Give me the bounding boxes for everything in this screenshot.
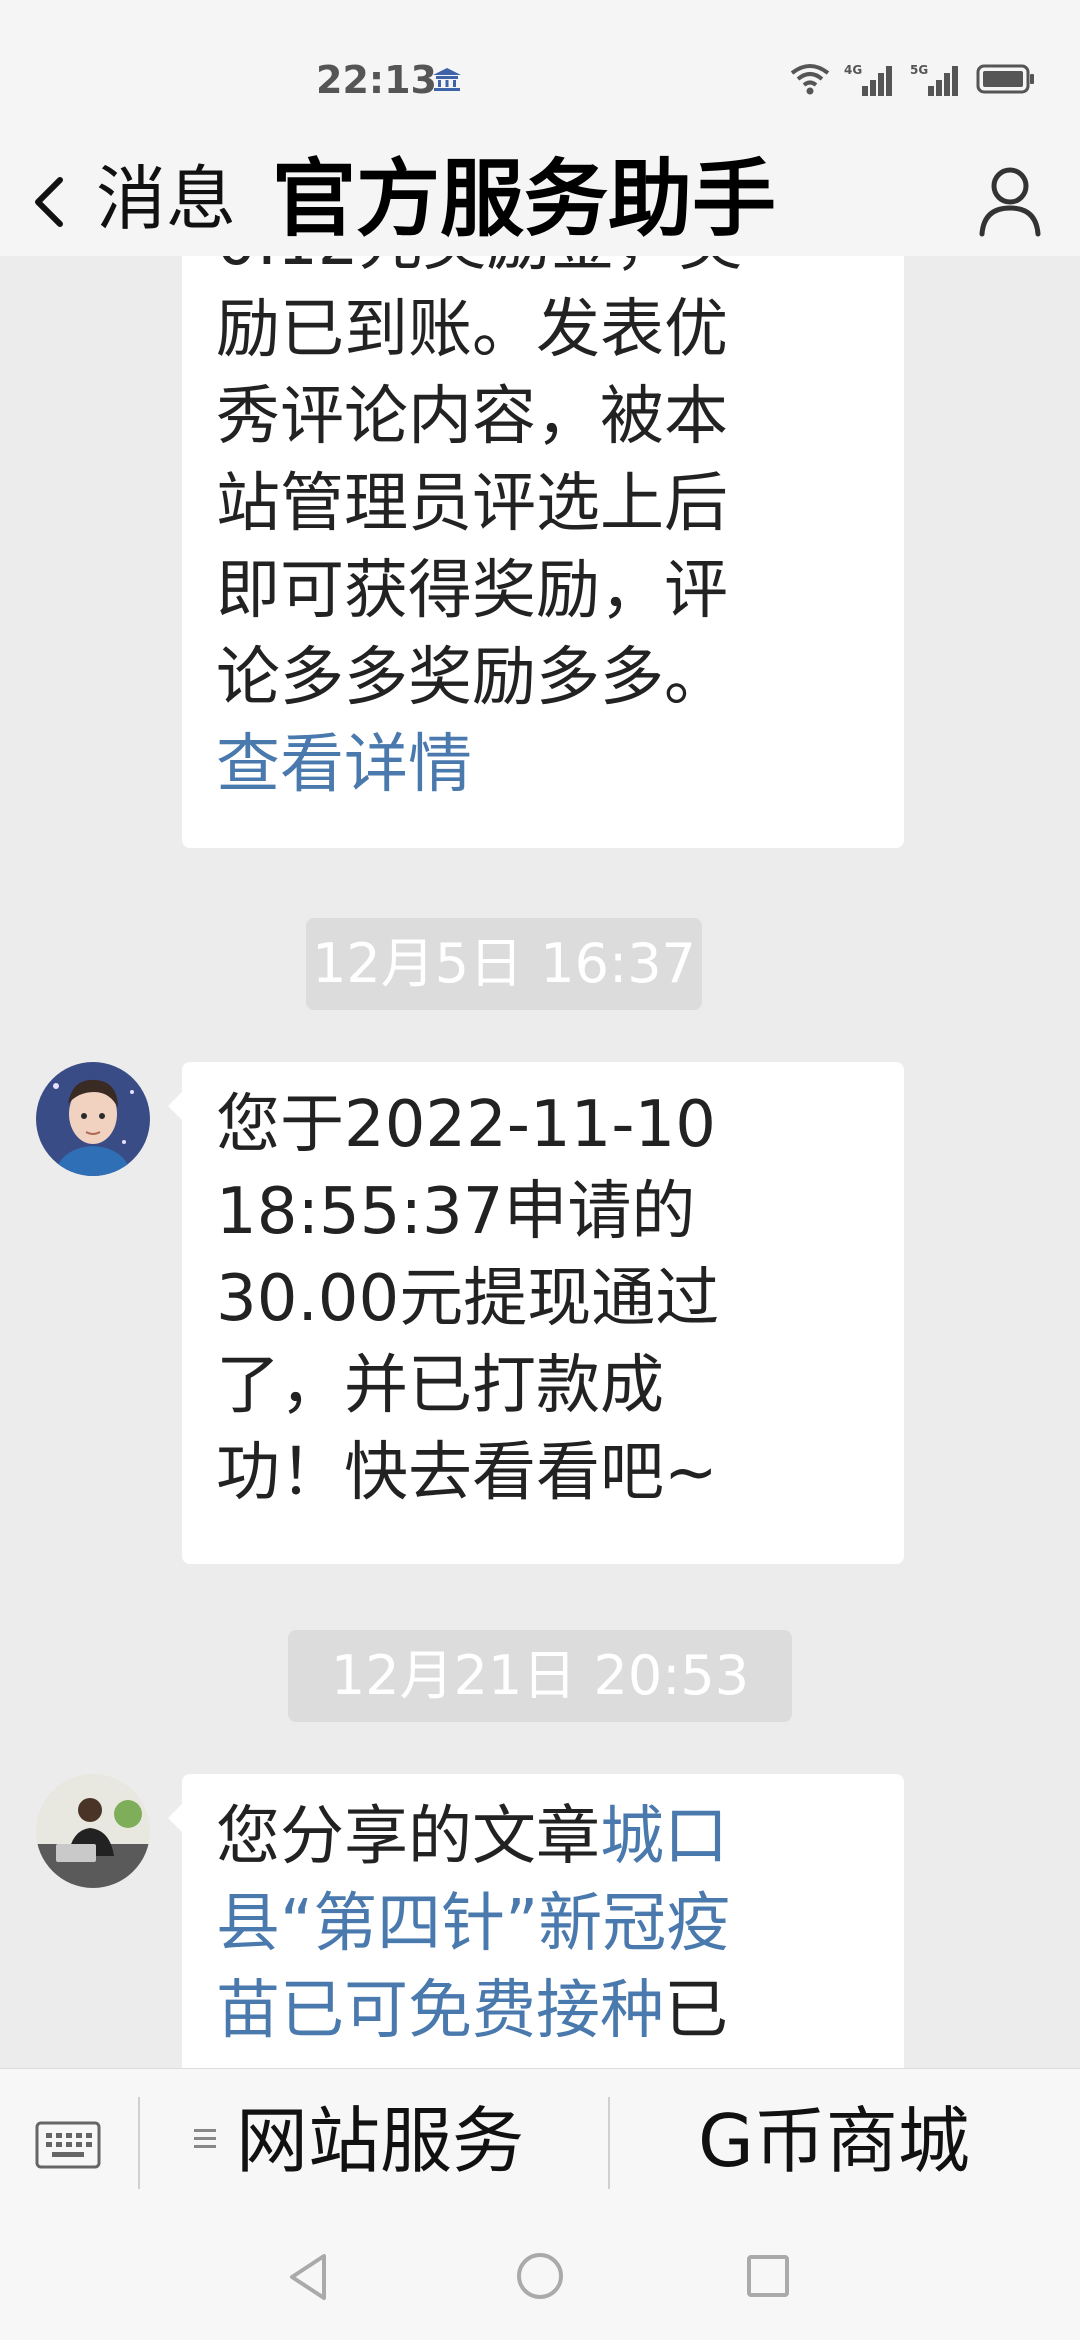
message-line: 18:55:37申请的 [216,1175,696,1249]
message-line: 苗已可免费接种已 [216,1968,870,2055]
signal-5g-icon: 5G [910,63,958,96]
message-text: 已 [664,1974,728,2048]
bottom-menu: 网站服务 G币商城 [0,2068,1080,2213]
chat-header: 消息 官方服务助手 [0,150,1080,256]
system-navigation-bar [0,2212,1080,2340]
status-time: 22:13 [316,58,437,102]
message-text: 您分享的文章 [216,1800,600,1874]
message-line: 30.00元提现通过 [216,1262,720,1336]
message-bubble: 您分享的文章城口 县“第四针”新冠疫 苗已可免费接种已 [168,1774,904,2068]
message-bubble: 您于2022-11-10 18:55:37申请的 30.00元提现通过 了，并已… [168,1062,904,1564]
article-link[interactable]: 城口 [600,1800,728,1874]
message-line: 0.12元奖励金，奖 [216,256,870,287]
chat-message-list[interactable]: 0.12元奖励金，奖 励已到账。发表优 秀评论内容，被本 站管理员评选上后 即可… [0,256,1080,2068]
profile-icon[interactable] [974,162,1046,238]
message-timestamp: 12月21日 20:53 [288,1630,792,1722]
message-line: 即可获得奖励，评 [216,554,728,628]
message-line: 了，并已打款成 [216,1349,664,1423]
status-bar: 22:13 4G 5G [0,0,1080,150]
avatar[interactable] [36,1774,150,1888]
back-triangle-icon[interactable] [286,2252,330,2302]
view-details-link[interactable]: 查看详情 [216,722,870,809]
message-line: 论多多奖励多多。 [216,641,728,715]
recents-square-icon[interactable] [746,2254,790,2298]
network-label-4g: 4G [844,63,862,77]
menu-item-g-coin-mall[interactable]: G币商城 [698,2091,970,2191]
article-link[interactable]: 苗已可免费接种 [216,1974,664,2048]
network-label-5g: 5G [910,63,928,77]
menu-divider [138,2097,140,2189]
message-line: 励已到账。发表优 [216,293,728,367]
message-line: 秀评论内容，被本 [216,380,728,454]
avatar[interactable] [36,1062,150,1176]
back-label[interactable]: 消息 [96,156,236,242]
home-circle-icon[interactable] [516,2252,564,2300]
chat-title: 官方服务助手 [272,150,777,248]
wifi-icon [790,64,830,95]
article-link[interactable]: 县“第四针”新冠疫 [216,1881,870,1968]
keyboard-icon[interactable] [34,2111,102,2177]
message-line: 您于2022-11-10 [216,1088,716,1162]
message-line: 您分享的文章城口 [216,1794,870,1881]
avatar-photo-image [36,1774,150,1888]
message-bubble: 0.12元奖励金，奖 励已到账。发表优 秀评论内容，被本 站管理员评选上后 即可… [182,256,904,848]
battery-icon [976,64,1034,94]
signal-4g-icon: 4G [844,63,892,96]
message-timestamp: 12月5日 16:37 [306,918,702,1010]
avatar-cartoon-image [36,1062,150,1176]
message-line: 功！快去看看吧~ [216,1436,718,1510]
menu-lines-icon [194,2129,216,2148]
status-icons: 4G 5G [790,62,1036,96]
menu-item-website-service[interactable]: 网站服务 [236,2091,524,2191]
menu-divider [608,2097,610,2189]
temple-icon [433,68,461,91]
message-line: 站管理员评选上后 [216,467,728,541]
back-chevron-icon[interactable] [26,160,70,244]
